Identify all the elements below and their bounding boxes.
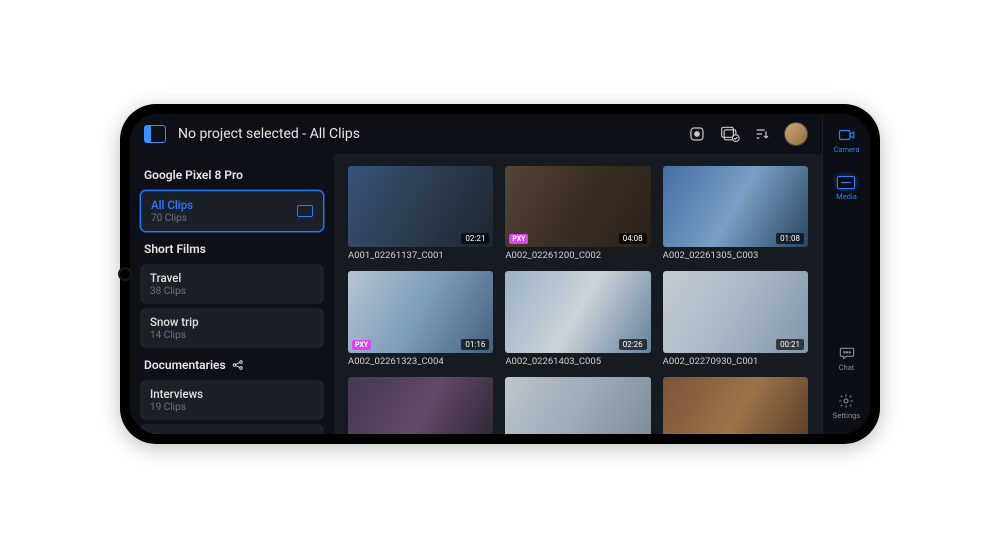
chat-icon (838, 346, 856, 360)
folder-name: Snow trip (150, 315, 314, 329)
clip-item[interactable]: 00:21 A002_02270930_C001 (663, 271, 808, 367)
rail-label: Settings (833, 411, 860, 420)
clip-thumbnail: 01:07PXY (348, 377, 493, 434)
rail-label: Camera (834, 145, 860, 154)
media-icon (837, 176, 855, 189)
clip-thumbnail: 04:08 PXY (505, 166, 650, 248)
settings-icon (837, 394, 855, 408)
rail-camera[interactable]: Camera (834, 128, 860, 154)
group-header-documentaries: Documentaries (140, 352, 324, 376)
clip-thumbnail: 02:26 (505, 271, 650, 353)
topbar: No project selected - All Clips (130, 114, 822, 154)
rail-settings[interactable]: Settings (833, 394, 860, 420)
clip-thumbnail: 01:08 (663, 166, 808, 248)
folder-meta: 70 Clips (151, 213, 313, 224)
clip-item[interactable]: 01:16 PXY A002_02261323_C004 (348, 271, 493, 367)
front-camera-hole (118, 267, 132, 281)
folder-travel[interactable]: Travel 38 Clips (140, 264, 324, 304)
clip-filename: A001_02261137_C001 (348, 250, 493, 261)
folder-all-clips[interactable]: All Clips 70 Clips (140, 190, 324, 232)
device-header: Google Pixel 8 Pro (140, 162, 324, 186)
clip-item[interactable]: 02:26 A002_02261403_C005 (505, 271, 650, 367)
record-icon[interactable] (688, 125, 706, 143)
content-row: Google Pixel 8 Pro All Clips 70 Clips Sh… (130, 154, 822, 434)
clip-item[interactable]: 00:19A002_02280720_C009 (505, 377, 650, 434)
clip-filename: A002_02261200_C002 (505, 250, 650, 261)
clip-duration: 02:21 (461, 233, 489, 244)
folder-meta: 14 Clips (150, 330, 314, 341)
folder-sports[interactable]: Sports 4 Clips (140, 424, 324, 434)
group-title: Documentaries (144, 358, 226, 372)
clip-item[interactable]: 04:08 PXY A002_02261200_C002 (505, 166, 650, 262)
clip-thumbnail: 01:16 PXY (348, 271, 493, 353)
clip-thumbnail: 03:02 (663, 377, 808, 434)
folder-snow-trip[interactable]: Snow trip 14 Clips (140, 308, 324, 348)
page-title: No project selected - All Clips (178, 126, 676, 142)
folder-meta: 19 Clips (150, 402, 314, 413)
main-area: No project selected - All Clips (130, 114, 822, 434)
folder-name: All Clips (151, 198, 313, 212)
clip-item[interactable]: 03:02A002_03170754_C002 (663, 377, 808, 434)
folder-interviews[interactable]: Interviews 19 Clips (140, 380, 324, 420)
phone-shell: No project selected - All Clips (120, 104, 880, 444)
proxy-badge: PXY (352, 340, 371, 350)
clip-grid: 02:21 A001_02261137_C001 04:08 PXY A002_0226… (348, 166, 808, 434)
clip-filename: A002_02261323_C004 (348, 356, 493, 367)
clip-grid-area: 02:21 A001_02261137_C001 04:08 PXY A002_0226… (334, 154, 822, 434)
clip-item[interactable]: 01:08 A002_02261305_C003 (663, 166, 808, 262)
rail-label: Media (836, 192, 857, 201)
clip-filename: A002_02261305_C003 (663, 250, 808, 261)
shared-icon (232, 360, 244, 370)
clip-duration: 01:08 (776, 233, 804, 244)
group-header-short-films: Short Films (140, 236, 324, 260)
user-avatar[interactable] (784, 122, 808, 146)
folder-name: Sports (150, 431, 314, 434)
folder-name: Travel (150, 271, 314, 285)
app-screen: No project selected - All Clips (130, 114, 870, 434)
clip-filename: A002_02261403_C005 (505, 356, 650, 367)
proxy-badge: PXY (509, 234, 528, 244)
sidebar-toggle-icon[interactable] (144, 125, 166, 143)
sort-icon[interactable] (754, 126, 770, 142)
clip-item[interactable]: 02:21 A001_02261137_C001 (348, 166, 493, 262)
clip-thumbnail: 00:19 (505, 377, 650, 434)
clip-duration: 04:08 (619, 233, 647, 244)
rail-label: Chat (839, 363, 855, 372)
right-nav-rail: Camera Media Chat Settings (822, 114, 870, 434)
rail-media[interactable]: Media (836, 176, 857, 201)
clip-item[interactable]: 01:07PXYA002_02271500_C004 (348, 377, 493, 434)
clip-thumbnail: 02:21 (348, 166, 493, 248)
top-action-icons (688, 122, 808, 146)
camera-icon (838, 128, 856, 142)
rail-chat[interactable]: Chat (838, 346, 856, 372)
clip-filename: A002_02270930_C001 (663, 356, 808, 367)
select-check-icon[interactable] (720, 125, 740, 143)
clip-duration: 02:26 (619, 339, 647, 350)
clip-duration: 00:21 (776, 339, 804, 350)
folder-sidebar: Google Pixel 8 Pro All Clips 70 Clips Sh… (130, 154, 334, 434)
clip-thumbnail: 00:21 (663, 271, 808, 353)
clip-duration: 01:16 (461, 339, 489, 350)
folder-name: Interviews (150, 387, 314, 401)
folder-meta: 38 Clips (150, 286, 314, 297)
